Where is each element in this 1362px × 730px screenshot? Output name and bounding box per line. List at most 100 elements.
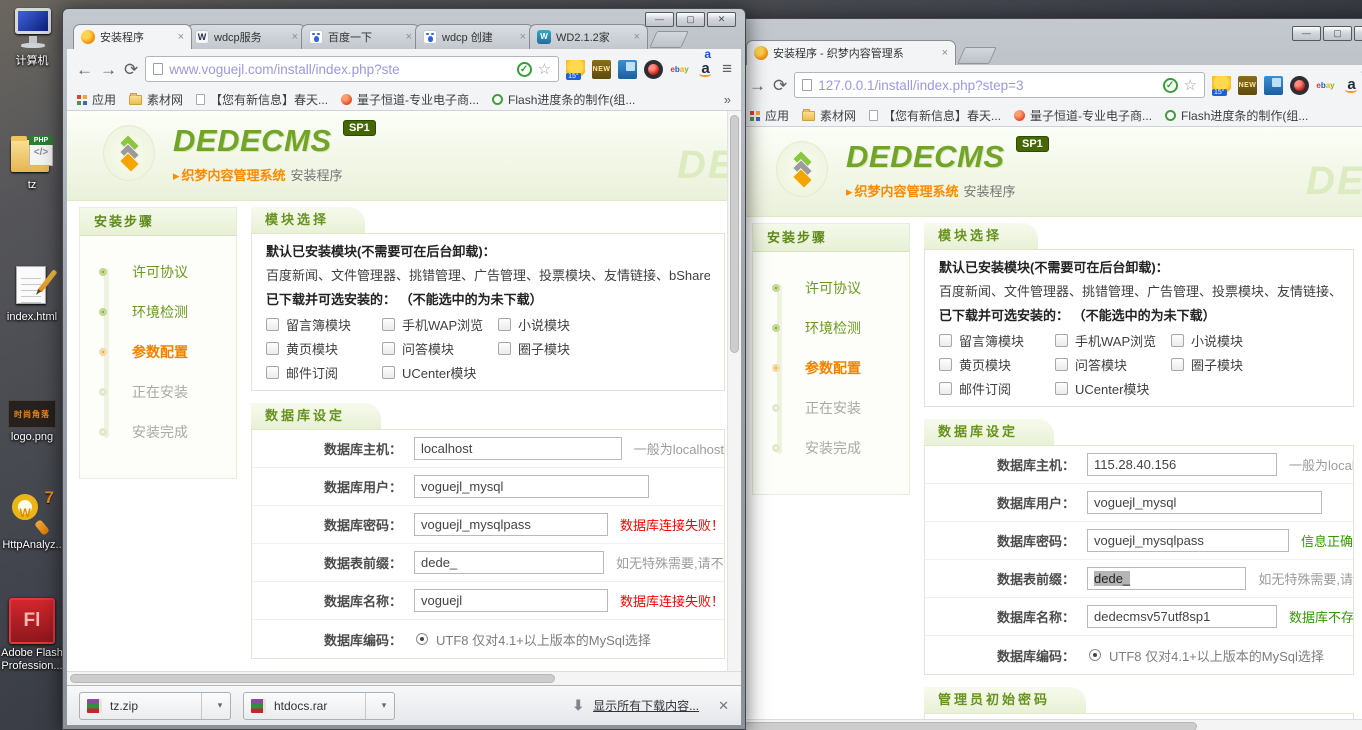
amazon-extension-icon[interactable]: a — [696, 60, 715, 79]
tab-close-icon[interactable]: × — [178, 31, 184, 43]
reload-button[interactable]: ⟳ — [773, 77, 787, 94]
chrome-menu-icon[interactable]: ≡ — [722, 59, 732, 79]
back-button[interactable]: ← — [76, 61, 93, 78]
desktop-icon-tz-folder[interactable]: PHP</> tz — [0, 134, 64, 192]
tab-wdcp-service[interactable]: W wdcp服务 × — [187, 24, 306, 49]
ebay-extension-icon[interactable]: ebay — [1316, 76, 1335, 95]
record-extension-icon[interactable] — [644, 60, 663, 79]
scrollbar-thumb[interactable] — [743, 722, 1197, 730]
module-option[interactable]: 问答模块 — [382, 336, 498, 360]
maximize-button[interactable]: ▢ — [1323, 26, 1352, 41]
checkbox[interactable] — [266, 366, 279, 379]
horizontal-scrollbar[interactable] — [67, 671, 741, 685]
minimize-button[interactable]: — — [1292, 26, 1321, 41]
module-option[interactable]: UCenter模块 — [382, 360, 498, 384]
module-option[interactable]: 圈子模块 — [1171, 352, 1287, 376]
checkbox[interactable] — [1171, 358, 1184, 371]
checkbox[interactable] — [498, 342, 511, 355]
bookmark-star-icon[interactable]: ☆ — [1184, 76, 1197, 94]
ebay-extension-icon[interactable]: ebay — [670, 60, 689, 79]
checkbox[interactable] — [266, 342, 279, 355]
tab-install-dedecms[interactable]: 安装程序 - 织梦内容管理系 × — [746, 40, 956, 65]
horizontal-scrollbar[interactable] — [740, 719, 1362, 730]
tab-close-icon[interactable]: × — [292, 31, 298, 43]
scrollbar-thumb[interactable] — [730, 115, 739, 353]
amazon-extension-icon[interactable]: a — [1342, 76, 1361, 95]
checkbox[interactable] — [382, 366, 395, 379]
bookmark-flash[interactable]: Flash进度条的制作(组... — [1165, 107, 1308, 124]
tab-close-icon[interactable]: × — [406, 31, 412, 43]
checkbox[interactable] — [266, 318, 279, 331]
utf8-radio[interactable] — [416, 633, 428, 645]
module-option[interactable]: 小说模块 — [498, 312, 614, 336]
bookmark-message[interactable]: 【您有新信息】春天... — [869, 107, 1001, 124]
module-option[interactable]: 圈子模块 — [498, 336, 614, 360]
checkbox[interactable] — [382, 318, 395, 331]
desktop-icon-logo-png[interactable]: 时尚角落 logo.png — [0, 400, 64, 444]
checkbox[interactable] — [939, 358, 952, 371]
downloads-bar-close-icon[interactable]: ✕ — [718, 698, 729, 714]
module-option[interactable]: 手机WAP浏览 — [382, 312, 498, 336]
tab-close-icon[interactable]: × — [520, 31, 526, 43]
db-prefix-input[interactable]: dede_ — [1087, 567, 1246, 590]
record-extension-icon[interactable] — [1290, 76, 1309, 95]
scrollbar-thumb[interactable] — [70, 674, 555, 683]
tab-close-icon[interactable]: × — [634, 31, 640, 43]
forward-button[interactable]: → — [749, 77, 766, 94]
checkbox[interactable] — [1171, 334, 1184, 347]
module-option[interactable]: 小说模块 — [1171, 328, 1287, 352]
tab-wd212[interactable]: W WD2.1.2家 × — [529, 24, 648, 49]
checkbox[interactable] — [1055, 334, 1068, 347]
url-text[interactable]: www.voguejl.com/install/index.php?ste — [169, 62, 510, 77]
db-password-input[interactable] — [414, 513, 608, 536]
module-option[interactable]: 留言簿模块 — [939, 328, 1055, 352]
db-name-input[interactable] — [414, 589, 608, 612]
bookmark-lzhd[interactable]: 量子恒道-专业电子商... — [341, 91, 479, 108]
checkbox[interactable] — [382, 342, 395, 355]
new-tab-button[interactable] — [649, 31, 689, 48]
checkbox[interactable] — [939, 382, 952, 395]
new-tab-button[interactable] — [957, 47, 997, 64]
module-option[interactable]: 黄页模块 — [939, 352, 1055, 376]
weather-extension-icon[interactable]: 15° — [566, 60, 585, 79]
bookmark-flash[interactable]: Flash进度条的制作(组... — [492, 91, 635, 108]
bookmark-lzhd[interactable]: 量子恒道-专业电子商... — [1014, 107, 1152, 124]
module-option[interactable]: 问答模块 — [1055, 352, 1171, 376]
url-text[interactable]: 127.0.0.1/install/index.php?step=3 — [818, 78, 1156, 93]
checkbox[interactable] — [939, 334, 952, 347]
download-item-tz-zip[interactable]: tz.zip ▾ — [79, 692, 231, 720]
bookmark-star-icon[interactable]: ☆ — [538, 60, 551, 78]
db-name-input[interactable] — [1087, 605, 1277, 628]
db-user-input[interactable] — [414, 475, 649, 498]
download-menu-caret[interactable]: ▾ — [210, 700, 230, 711]
db-host-input[interactable] — [1087, 453, 1277, 476]
desktop-icon-computer[interactable]: 计算机 — [0, 6, 64, 68]
address-bar[interactable]: www.voguejl.com/install/index.php?ste ✓ … — [145, 56, 559, 82]
checkbox[interactable] — [1055, 358, 1068, 371]
bookmark-sucai[interactable]: 素材网 — [129, 91, 183, 108]
weather-extension-icon[interactable]: 15° — [1212, 76, 1231, 95]
module-option[interactable]: UCenter模块 — [1055, 376, 1171, 400]
reload-button[interactable]: ⟳ — [124, 61, 138, 78]
checkbox[interactable] — [1055, 382, 1068, 395]
module-option[interactable]: 留言簿模块 — [266, 312, 382, 336]
tab-wdcp-create[interactable]: wdcp 创建 × — [415, 24, 534, 49]
show-all-downloads-link[interactable]: 显示所有下载内容... — [593, 697, 699, 714]
vertical-scrollbar[interactable] — [727, 111, 741, 671]
close-button[interactable]: ✕ — [707, 12, 736, 27]
db-user-input[interactable] — [1087, 491, 1322, 514]
download-menu-caret[interactable]: ▾ — [374, 700, 394, 711]
utf8-radio[interactable] — [1089, 649, 1101, 661]
photos-extension-icon[interactable] — [1264, 76, 1283, 95]
apps-bookmark[interactable]: 应用 — [750, 107, 789, 124]
new-badge-extension-icon[interactable]: NEW — [592, 60, 611, 79]
forward-button[interactable]: → — [100, 61, 117, 78]
desktop-icon-httpanalyzer[interactable]: W7 HttpAnalyz.. — [0, 488, 64, 552]
module-option[interactable]: 邮件订阅 — [939, 376, 1055, 400]
desktop-icon-flash[interactable]: Fl Adobe FlashProfession... — [0, 598, 64, 673]
checkbox[interactable] — [498, 318, 511, 331]
db-password-input[interactable] — [1087, 529, 1289, 552]
desktop-icon-index-html[interactable]: index.html — [0, 262, 64, 324]
tab-install[interactable]: 安装程序 × — [73, 24, 192, 49]
bookmarks-overflow-icon[interactable]: » — [724, 92, 731, 107]
